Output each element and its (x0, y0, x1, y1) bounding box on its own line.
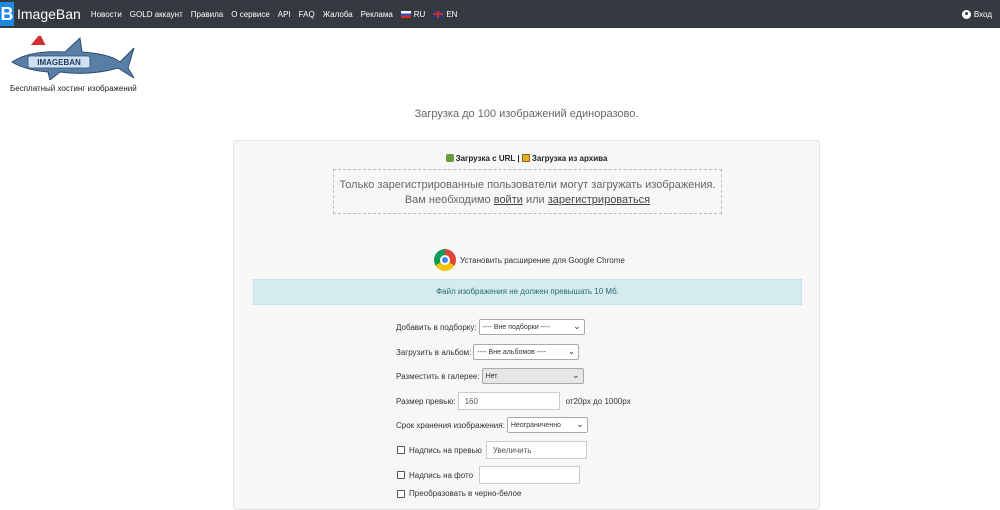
preview-size-hint: от20px до 1000px (565, 396, 631, 406)
gallery-select[interactable]: Нет (481, 368, 584, 384)
caption-preview-label: Надпись на превью (409, 445, 482, 455)
caption-preview-input[interactable]: Увеличить (485, 441, 587, 459)
caption-photo-checkbox[interactable] (397, 471, 405, 479)
upload-archive-link[interactable]: Загрузка из архива (532, 154, 608, 163)
dropzone-message: Только зарегистрированные пользователи м… (339, 179, 716, 191)
caption-photo-label: Надпись на фото (409, 470, 474, 480)
archive-icon (521, 154, 530, 162)
imageban-logo[interactable]: IMAGEBAN (10, 32, 135, 80)
bw-row: Преобразовать в черно-белое (397, 489, 523, 498)
svg-text:IMAGEBAN: IMAGEBAN (37, 58, 81, 67)
nav-ads[interactable]: Реклама (361, 10, 393, 19)
caption-photo-row: Надпись на фото (397, 466, 581, 484)
uk-flag-icon (433, 10, 444, 18)
storage-label: Срок хранения изображения: (396, 420, 505, 430)
bw-checkbox[interactable] (397, 489, 405, 498)
page-headline: Загрузка до 100 изображений единоразово. (414, 108, 639, 120)
caption-preview-row: Надпись на превью Увеличить (397, 441, 587, 459)
upload-url-link[interactable]: Загрузка с URL (456, 154, 516, 163)
preview-size-input[interactable]: 160 (457, 392, 560, 410)
gallery-row: Разместить в галерее: Нет (396, 368, 584, 384)
lang-ru[interactable]: RU (400, 10, 425, 19)
nav-rules[interactable]: Правила (191, 10, 223, 19)
login-link[interactable]: Вход (961, 0, 992, 28)
nav-about[interactable]: О сервисе (231, 10, 270, 19)
chrome-extension-link[interactable]: Установить расширение для Google Chrome (434, 249, 625, 271)
top-navbar: B ImageBan Новости GOLD аккаунт Правила … (0, 0, 1000, 28)
album-row: Загрузить в альбом: ---- Вне альбомов --… (396, 344, 580, 360)
main-nav: Новости GOLD аккаунт Правила О сервисе A… (91, 10, 466, 19)
album-label: Загрузить в альбом: (396, 347, 472, 357)
file-size-notice: Файл изображения не должен превышать 10 … (253, 279, 802, 305)
dropzone[interactable]: Только зарегистрированные пользователи м… (333, 169, 722, 214)
caption-photo-input[interactable] (479, 466, 581, 484)
preview-size-row: Размер превью: 160 от20px до 1000px (396, 392, 631, 410)
nav-news[interactable]: Новости (91, 10, 122, 19)
login-inline-link[interactable]: войти (494, 194, 523, 206)
nav-faq[interactable]: FAQ (299, 10, 315, 19)
preview-size-label: Размер превью: (396, 396, 456, 406)
album-select[interactable]: ---- Вне альбомов ---- (473, 344, 580, 360)
nav-api[interactable]: API (278, 10, 291, 19)
nav-complaint[interactable]: Жалоба (323, 10, 353, 19)
link-icon (445, 154, 454, 162)
upload-panel: Загрузка с URL | Загрузка из архива Толь… (233, 140, 820, 510)
upload-source-links: Загрузка с URL | Загрузка из архива (234, 154, 819, 163)
chrome-icon (434, 249, 456, 271)
gallery-label: Разместить в галерее: (396, 371, 480, 381)
storage-row: Срок хранения изображения: Неограниченно (396, 417, 588, 433)
login-label: Вход (973, 9, 992, 19)
lang-en[interactable]: EN (433, 10, 457, 19)
register-inline-link[interactable]: зарегистрироваться (548, 194, 650, 206)
user-icon (961, 9, 971, 19)
chrome-extension-label: Установить расширение для Google Chrome (460, 255, 625, 265)
nav-gold[interactable]: GOLD аккаунт (130, 10, 183, 19)
tagline: Бесплатный хостинг изображений (10, 84, 137, 93)
collection-row: Добавить в подборку: ---- Вне подборки -… (396, 319, 585, 335)
bw-label: Преобразовать в черно-белое (409, 489, 522, 498)
russia-flag-icon (400, 10, 411, 18)
storage-select[interactable]: Неограниченно (506, 417, 588, 433)
caption-preview-checkbox[interactable] (397, 446, 405, 454)
brand-name: ImageBan (17, 6, 81, 22)
dropzone-auth-line: Вам необходимо войти или зарегистрироват… (404, 194, 651, 206)
collection-select[interactable]: ---- Вне подборки ---- (478, 319, 585, 335)
brand-logo-icon: B (0, 2, 14, 26)
separator: | (517, 154, 520, 163)
brand[interactable]: B ImageBan (0, 0, 91, 28)
collection-label: Добавить в подборку: (396, 322, 477, 332)
